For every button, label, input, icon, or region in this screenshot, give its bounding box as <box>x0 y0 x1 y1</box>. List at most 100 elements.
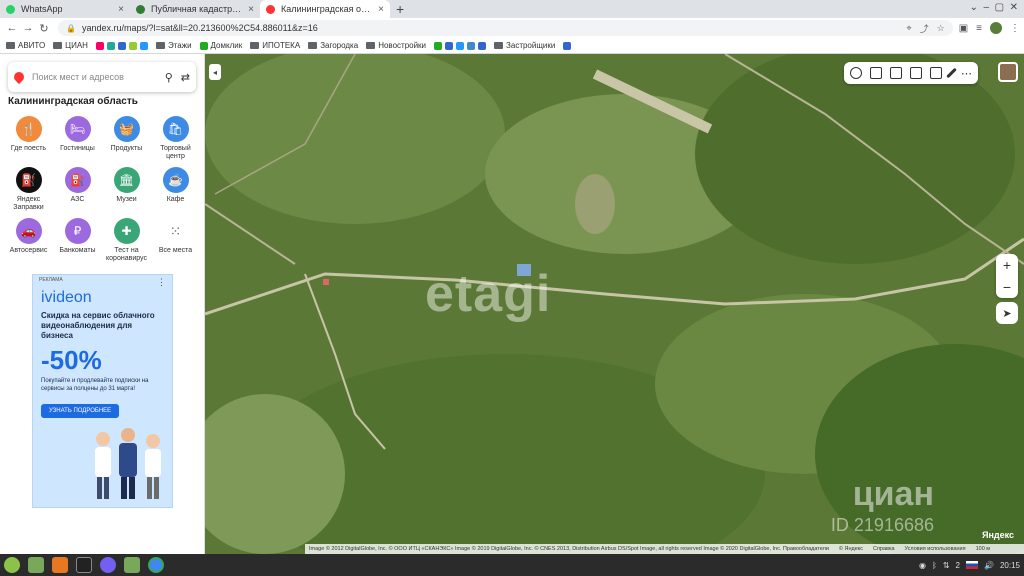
site-icon <box>563 41 572 50</box>
tab-cadastral[interactable]: Публичная кадастровая карта × <box>130 0 260 18</box>
more-icon[interactable]: ⋮ <box>157 277 166 288</box>
locate-me-button[interactable]: ➤ <box>996 302 1018 324</box>
tab-title: Публичная кадастровая карта <box>151 4 244 14</box>
category-cafe[interactable]: ☕ Кафе <box>151 167 200 212</box>
tab-bar: WhatsApp × Публичная кадастровая карта ×… <box>0 0 1024 18</box>
traffic-icon[interactable] <box>890 67 902 79</box>
bookmark-zagorodka[interactable]: Загородка <box>308 41 358 50</box>
bookmark-icons[interactable] <box>95 41 148 50</box>
keyboard-layout-icon[interactable] <box>966 561 978 569</box>
ad-cta-button[interactable]: УЗНАТЬ ПОДРОБНЕЕ <box>41 403 120 418</box>
chrome-icon[interactable] <box>148 557 164 573</box>
gas-icon: ⛽ <box>64 167 91 194</box>
close-icon[interactable]: × <box>378 4 384 15</box>
share-icon[interactable]: ⤴ <box>920 22 929 35</box>
bookmark-icons-2[interactable] <box>434 41 487 50</box>
forward-icon[interactable]: → <box>20 22 36 34</box>
files-icon[interactable] <box>28 557 44 573</box>
layers-icon[interactable] <box>850 67 862 79</box>
site-icon <box>467 41 476 50</box>
site-icon <box>199 41 208 50</box>
media-icon[interactable]: ≡ <box>976 23 982 34</box>
menu-logo-icon[interactable] <box>4 557 20 573</box>
url-field[interactable]: 🔒 yandex.ru/maps/?l=sat&ll=20.213600%2C5… <box>58 20 953 36</box>
folder-icon <box>250 42 260 49</box>
category-all-places[interactable]: ⁙ Все места <box>151 218 200 263</box>
tab-whatsapp[interactable]: WhatsApp × <box>0 0 130 18</box>
help-link[interactable]: Справка <box>873 546 895 552</box>
back-icon[interactable]: ← <box>4 22 20 34</box>
category-groceries[interactable]: 🧺 Продукты <box>102 116 151 161</box>
folder-icon[interactable] <box>124 557 140 573</box>
bookmark-ipoteka[interactable]: ИПОТЕКА <box>250 41 300 50</box>
bookmark-zastroyshchiki[interactable]: Застройщики <box>494 41 555 50</box>
category-car-service[interactable]: 🚗 Автосервис <box>4 218 53 263</box>
search-placeholder[interactable]: Поиск мест и адресов <box>32 72 157 82</box>
category-mall[interactable]: 🛍 Торговый центр <box>151 116 200 161</box>
category-atm[interactable]: ₽ Банкоматы <box>53 218 102 263</box>
search-icon[interactable]: ⚲ <box>165 71 173 84</box>
category-yandex-fuel[interactable]: ⛽ Яндекс Заправки <box>4 167 53 212</box>
app-icon[interactable] <box>52 557 68 573</box>
new-tab-button[interactable]: + <box>396 0 404 18</box>
terminal-icon[interactable] <box>76 557 92 573</box>
close-icon[interactable]: × <box>118 4 124 15</box>
yandex-pin-icon <box>11 69 27 85</box>
system-tray: ◉ ᛒ ⇅ 2 🔊 20:15 <box>919 561 1020 570</box>
ad-body: Покупайте и продлевайте подписки на серв… <box>41 378 149 392</box>
map-satellite-view[interactable]: ◂ etagi циан ID 21916686 ⋯ + − ➤ Яндекс … <box>205 54 1024 554</box>
terms-link[interactable]: Условия использования <box>905 546 966 552</box>
category-covid-test[interactable]: ✚ Тест на коронавирус <box>102 218 151 263</box>
user-avatar[interactable] <box>998 62 1018 82</box>
bookmark-cian[interactable]: ЦИАН <box>53 41 88 50</box>
bluetooth-icon[interactable]: ᛒ <box>932 561 937 570</box>
basket-icon: 🧺 <box>113 116 140 142</box>
menu-icon[interactable]: ⋮ <box>1010 23 1020 34</box>
profile-avatar[interactable] <box>990 22 1002 34</box>
zoom-out-button[interactable]: − <box>996 276 1018 298</box>
tab-yandex-maps[interactable]: Калининградская область × <box>260 0 390 18</box>
etagi-watermark: etagi <box>425 265 552 323</box>
bookmark-icon-end[interactable] <box>563 41 572 50</box>
ad-headline: Скидка на сервис облачного видеонаблюден… <box>41 311 155 340</box>
zoom-in-button[interactable]: + <box>996 254 1018 276</box>
cian-listing-id: ID 21916686 <box>830 515 934 535</box>
ruler-icon[interactable] <box>946 67 957 79</box>
region-title: Калининградская область <box>8 96 138 107</box>
category-food[interactable]: 🍴 Где поесть <box>4 116 53 161</box>
bag-icon: 🛍 <box>162 116 189 142</box>
more-icon[interactable]: ⋯ <box>961 67 972 80</box>
parking-icon[interactable] <box>930 67 942 79</box>
ad-people-illustration <box>95 428 161 499</box>
extensions-icon[interactable]: ▣ <box>959 23 968 34</box>
whatsapp-icon <box>6 4 15 14</box>
bookmark-avito[interactable]: АВИТО <box>6 41 45 50</box>
category-hotels[interactable]: 🛏 Гостиницы <box>53 116 102 161</box>
close-icon[interactable]: × <box>248 4 254 15</box>
category-museums[interactable]: 🏛 Музеи <box>102 167 151 212</box>
panorama-icon[interactable] <box>870 67 882 79</box>
ad-banner[interactable]: РЕКЛАМА ⋮ ivideon Скидка на сервис облач… <box>32 274 173 508</box>
volume-icon[interactable]: 🔊 <box>984 561 994 570</box>
star-icon[interactable]: ☆ <box>937 23 945 34</box>
bookmark-domclick[interactable]: Домклик <box>199 41 242 50</box>
network-icon[interactable]: ⇅ <box>943 561 950 570</box>
car-icon: 🚗 <box>15 218 42 245</box>
bed-icon: 🛏 <box>64 116 91 142</box>
reload-icon[interactable]: ↻ <box>36 22 52 35</box>
collapse-panel-button[interactable]: ◂ <box>209 64 221 80</box>
bookmark-etazhi[interactable]: Этажи <box>155 41 192 50</box>
search-input[interactable]: Поиск мест и адресов ⚲ ⇄ <box>8 62 196 92</box>
category-gas-station[interactable]: ⛽ АЗС <box>53 167 102 212</box>
viber-icon[interactable] <box>100 557 116 573</box>
clock[interactable]: 20:15 <box>1000 561 1020 570</box>
site-icon <box>456 41 465 50</box>
url-text[interactable]: yandex.ru/maps/?l=sat&ll=20.213600%2C54.… <box>82 23 899 33</box>
transport-icon[interactable] <box>910 67 922 79</box>
viber-tray-icon[interactable]: ◉ <box>919 561 926 570</box>
location-icon[interactable]: ⌖ <box>907 23 912 34</box>
window-controls[interactable]: ⌄ – ▢ ✕ <box>970 2 1018 13</box>
bookmark-novostroyki[interactable]: Новостройки <box>366 41 426 50</box>
footer-link[interactable]: © Яндекс <box>839 546 863 552</box>
route-icon[interactable]: ⇄ <box>181 71 190 84</box>
